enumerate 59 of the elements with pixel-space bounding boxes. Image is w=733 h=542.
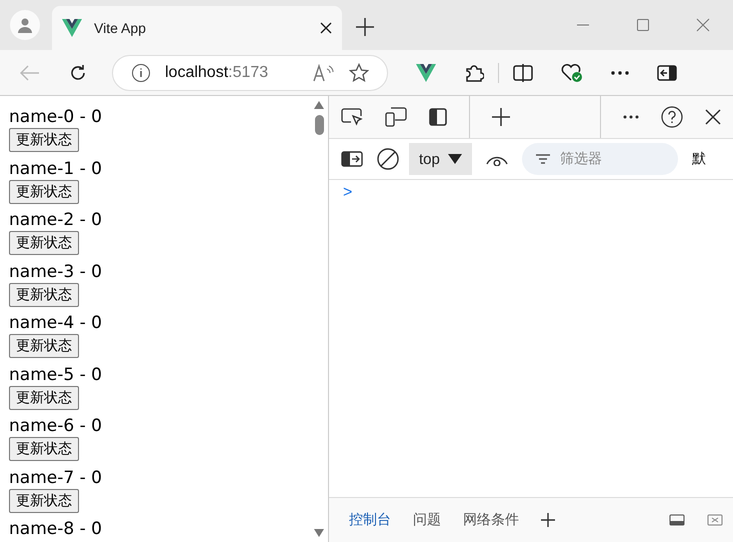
update-button[interactable]: 更新状态	[9, 437, 79, 461]
help-icon[interactable]	[661, 106, 683, 128]
url-text: localhost:5173	[165, 64, 270, 82]
v-logo-icon[interactable]	[416, 64, 436, 82]
update-button[interactable]: 更新状态	[9, 231, 79, 255]
update-button[interactable]: 更新状态	[9, 334, 79, 358]
star-icon[interactable]	[349, 62, 369, 82]
item-label: name-8 - 0	[9, 518, 103, 540]
item-label: name-0 - 0	[9, 106, 103, 128]
address-bar[interactable]: localhost:5173	[112, 54, 388, 90]
dock-icon[interactable]	[669, 514, 685, 526]
dock-icon[interactable]	[429, 108, 447, 126]
v-logo-icon	[62, 19, 82, 37]
drawer-tab[interactable]: 网络条件	[463, 511, 519, 529]
profile-icon[interactable]	[10, 10, 40, 40]
browser-tab[interactable]: Vite App	[52, 6, 342, 50]
close-tab-icon[interactable]	[320, 22, 332, 34]
inspect-icon[interactable]	[341, 108, 363, 126]
reload-icon[interactable]	[68, 62, 88, 82]
item-label: name-1 - 0	[9, 158, 103, 180]
device-icon[interactable]	[385, 107, 407, 127]
close-icon[interactable]	[705, 109, 721, 125]
more-icon[interactable]	[611, 70, 629, 74]
drawer-tab[interactable]: 控制台	[349, 511, 391, 529]
tab-title: Vite App	[94, 20, 147, 36]
add-tab-icon[interactable]	[492, 108, 510, 126]
update-button[interactable]: 更新状态	[9, 128, 79, 152]
prompt-caret: >	[343, 184, 352, 201]
new-tab-icon[interactable]	[356, 18, 374, 36]
update-button[interactable]: 更新状态	[9, 180, 79, 204]
maximize-icon[interactable]	[636, 18, 650, 32]
filter-field[interactable]: 筛选器	[522, 143, 678, 175]
item-label: name-7 - 0	[9, 466, 103, 488]
context-dropdown[interactable]: top	[409, 143, 472, 175]
item-label: name-6 - 0	[9, 415, 103, 437]
sidebar-icon[interactable]	[657, 64, 677, 80]
update-button[interactable]: 更新状态	[9, 488, 79, 512]
puzzle-icon[interactable]	[464, 62, 484, 82]
clear-icon[interactable]	[377, 148, 399, 170]
levels-dropdown[interactable]: 默	[692, 150, 706, 168]
split-screen-icon[interactable]	[513, 64, 533, 82]
scroll-up-icon[interactable]	[314, 101, 324, 109]
close-drawer-icon[interactable]	[707, 514, 723, 526]
update-button[interactable]: 更新状态	[9, 282, 79, 306]
item-label: name-5 - 0	[9, 364, 103, 386]
heart-check-icon[interactable]	[561, 62, 583, 82]
drawer-tab[interactable]: 问题	[413, 511, 441, 529]
item-label: name-2 - 0	[9, 209, 103, 231]
sidebar-toggle-icon[interactable]	[341, 151, 363, 167]
read-aloud-icon[interactable]	[313, 64, 335, 82]
item-label: name-3 - 0	[9, 260, 103, 282]
caret-icon	[448, 154, 462, 164]
add-tab-icon[interactable]	[541, 513, 555, 527]
more-icon[interactable]	[623, 115, 639, 119]
update-button[interactable]: 更新状态	[9, 386, 79, 410]
scroll-down-icon[interactable]	[314, 529, 324, 537]
item-label: name-4 - 0	[9, 312, 103, 334]
info-icon	[131, 62, 151, 82]
scrollbar-thumb[interactable]	[314, 115, 324, 135]
